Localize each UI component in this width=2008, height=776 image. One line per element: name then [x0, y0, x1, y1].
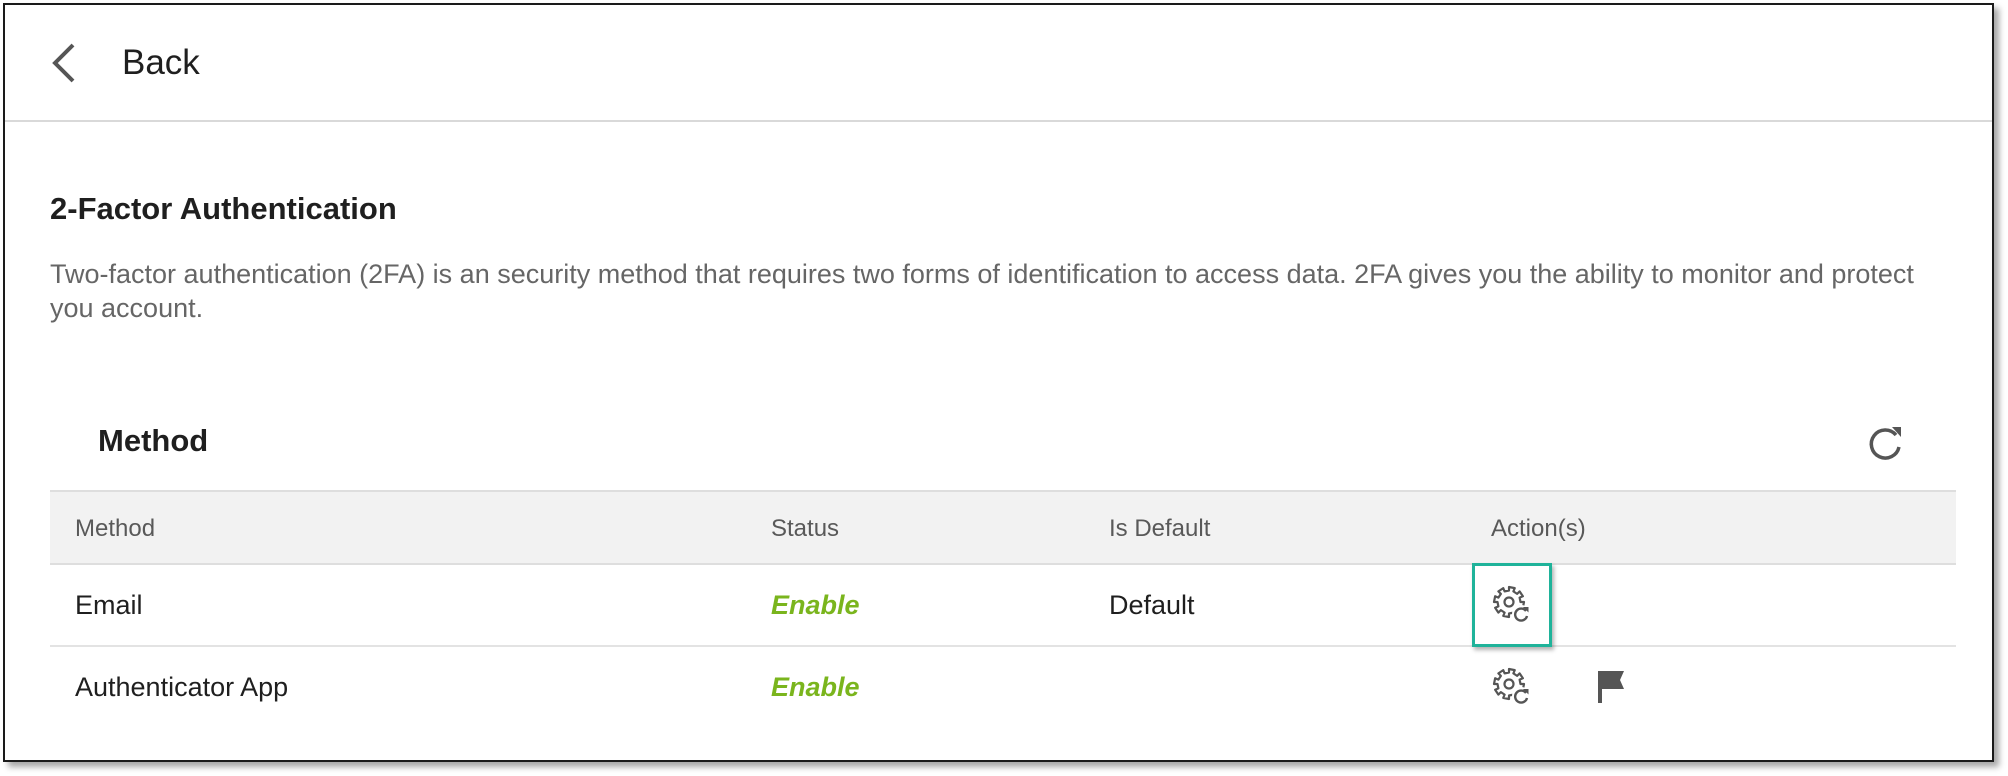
- window-frame: Back 2-Factor Authentication Two-factor …: [3, 3, 1994, 762]
- status-value: Enable: [771, 672, 860, 702]
- method-name: Authenticator App: [75, 672, 289, 702]
- column-header-method: Method: [75, 515, 156, 542]
- default-value: Default: [1109, 590, 1195, 620]
- top-bar: Back: [5, 5, 1992, 122]
- methods-table: Method Status Is Default Action(s) Email…: [50, 490, 1956, 729]
- gear-refresh-icon[interactable]: [1490, 583, 1534, 627]
- gear-refresh-icon[interactable]: [1490, 665, 1534, 709]
- column-header-actions: Action(s): [1491, 515, 1586, 542]
- page-description: Two-factor authentication (2FA) is an se…: [50, 259, 1914, 323]
- flag-icon[interactable]: [1590, 665, 1634, 709]
- column-header-is-default: Is Default: [1109, 515, 1211, 542]
- method-name: Email: [75, 590, 143, 620]
- table-row: Email Enable Default: [50, 563, 1956, 647]
- chevron-left-icon[interactable]: [49, 41, 81, 85]
- back-button[interactable]: Back: [122, 41, 200, 85]
- section-title: Method: [98, 423, 209, 458]
- column-header-status: Status: [771, 515, 840, 542]
- page-title: 2-Factor Authentication: [50, 191, 397, 226]
- table-row: Authenticator App Enable: [50, 647, 1956, 729]
- status-value: Enable: [771, 590, 860, 620]
- table-header: Method Status Is Default Action(s): [50, 490, 1956, 565]
- refresh-icon[interactable]: [1865, 423, 1905, 463]
